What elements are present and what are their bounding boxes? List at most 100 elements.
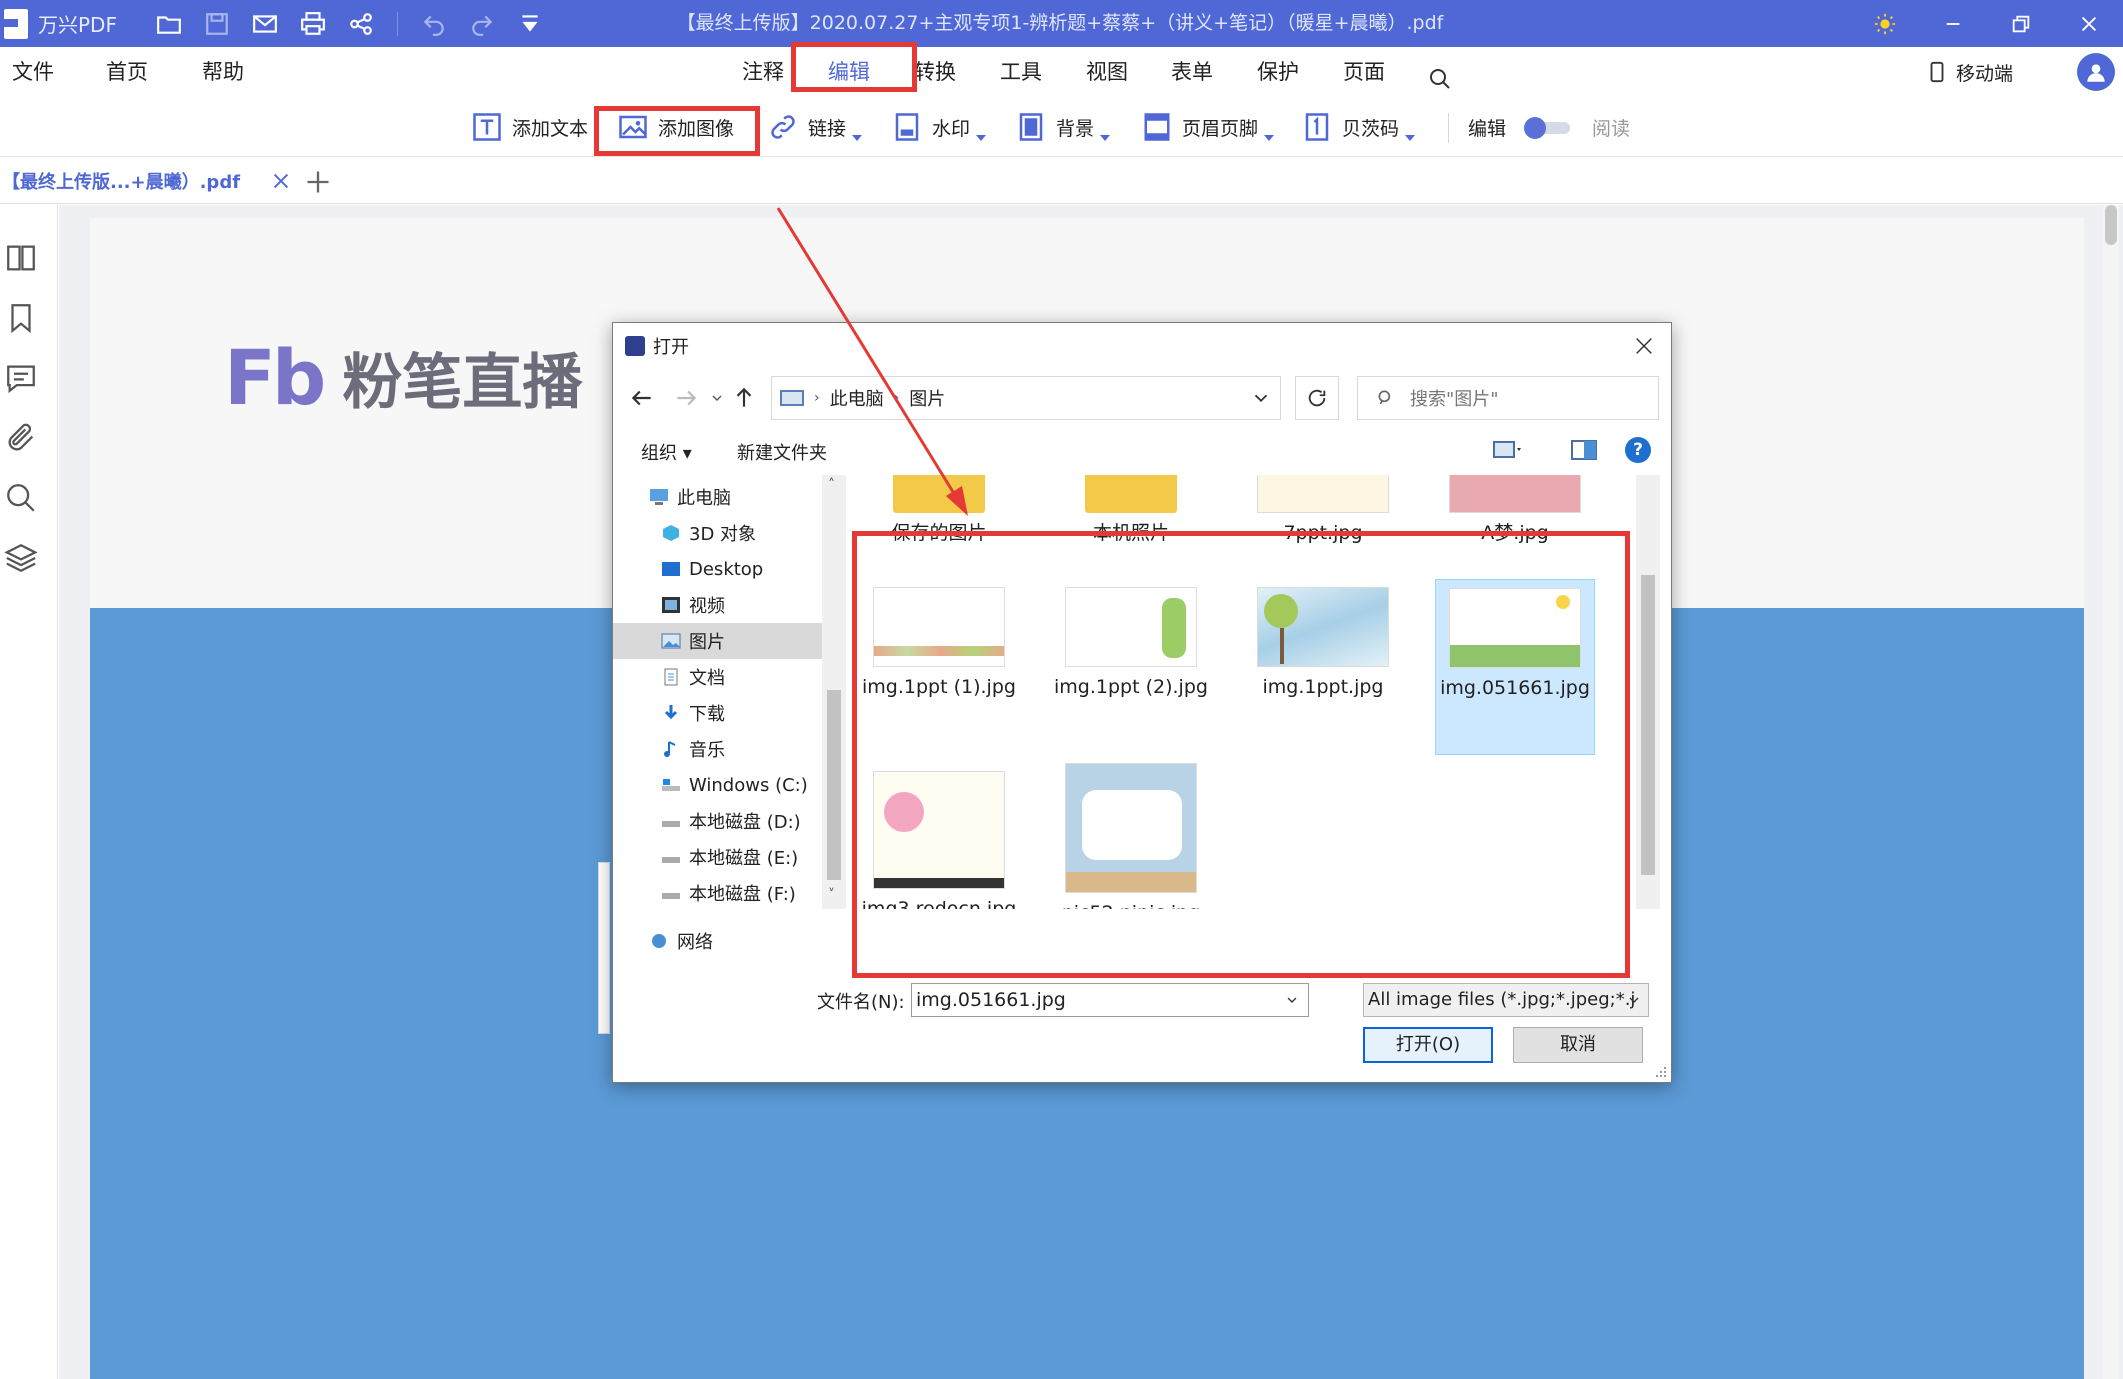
resize-grip-icon[interactable] [1655,1066,1667,1078]
nav-network[interactable]: 网络 [613,923,823,959]
bates-button[interactable]: 贝茨码 [1302,109,1416,145]
restore-icon[interactable] [1987,0,2055,47]
menu-help[interactable]: 帮助 [202,47,244,97]
menu-convert[interactable]: 转换 [914,47,956,97]
background-button[interactable]: 背景 [1016,109,1111,145]
mail-icon[interactable] [241,0,289,47]
new-tab-icon[interactable] [304,168,332,196]
menu-tools[interactable]: 工具 [1000,47,1042,97]
drive-icon [662,893,680,899]
dialog-search-box[interactable]: 搜索"图片" [1357,376,1659,420]
add-text-button[interactable]: 添加文本 [472,109,588,145]
nav-pictures[interactable]: 图片 [613,623,823,659]
menu-home[interactable]: 首页 [106,47,148,97]
menu-file[interactable]: 文件 [12,47,54,97]
redo-icon[interactable] [458,0,506,47]
organize-button[interactable]: 组织 ▾ [641,439,692,465]
nav-drive-f[interactable]: 本地磁盘 (F:) [613,875,823,909]
nav-drive-d[interactable]: 本地磁盘 (D:) [613,803,823,839]
preview-pane-icon[interactable] [1571,439,1599,461]
nav-desktop[interactable]: Desktop [613,551,823,587]
forward-arrow-icon[interactable] [673,385,699,411]
address-dropdown-icon[interactable] [1250,387,1272,409]
thumbnails-icon[interactable] [4,241,38,275]
link-button[interactable]: 链接 [768,109,863,145]
back-arrow-icon[interactable] [629,385,655,411]
share-icon[interactable] [337,0,385,47]
document-icon [664,668,678,686]
document-scrollbar[interactable] [2103,205,2119,1379]
scroll-down-icon[interactable]: ˅ [828,888,840,902]
breadcrumb-pictures[interactable]: 图片 [909,385,945,411]
search-panel-icon[interactable] [4,481,38,515]
nav-3d-objects[interactable]: 3D 对象 [613,515,823,551]
bates-dropdown-icon[interactable] [1405,135,1416,141]
scrollbar-thumb[interactable] [2105,205,2117,245]
add-text-label: 添加文本 [512,117,589,140]
address-bar[interactable]: › 此电脑 › 图片 [771,376,1281,420]
filetype-select[interactable]: All image files (*.jpg;*.jpeg;*.j [1363,983,1649,1017]
nav-drive-c[interactable]: Windows (C:) [613,767,823,803]
nav-music[interactable]: 音乐 [613,731,823,767]
comment-icon[interactable] [4,361,38,395]
help-icon[interactable]: ? [1625,437,1651,463]
dialog-close-icon[interactable] [1633,335,1655,357]
close-window-icon[interactable] [2055,0,2123,47]
filename-row: 文件名(N): img.051661.jpg All image files (… [613,983,1671,1017]
nav-pane-scrollbar[interactable]: ˄ ˅ [822,475,846,909]
nav-videos[interactable]: 视频 [613,587,823,623]
menu-view[interactable]: 视图 [1086,47,1128,97]
nav-this-pc[interactable]: 此电脑 [613,479,823,515]
menu-annotate[interactable]: 注释 [742,47,784,97]
nav-documents[interactable]: 文档 [613,659,823,695]
menu-protect[interactable]: 保护 [1257,47,1299,97]
recent-dropdown-icon[interactable] [709,385,725,411]
filename-dropdown-icon[interactable] [1284,992,1300,1008]
nav-downloads[interactable]: 下载 [613,695,823,731]
attachment-icon[interactable] [4,421,38,455]
phone-icon [1930,61,1944,83]
refresh-button[interactable] [1295,376,1339,420]
mobile-button[interactable]: 移动端 [1926,47,2013,97]
read-mode-text: 阅读 [1592,117,1631,140]
minimize-icon[interactable] [1919,0,1987,47]
header-footer-button[interactable]: 页眉页脚 [1142,109,1275,145]
file-grid-scrollbar[interactable] [1636,475,1660,909]
menu-form[interactable]: 表单 [1171,47,1213,97]
scrollbar-thumb[interactable] [1641,575,1655,875]
cancel-button[interactable]: 取消 [1513,1027,1643,1063]
header-footer-dropdown-icon[interactable] [1264,135,1275,141]
cube-icon [663,525,679,541]
search-icon[interactable] [1428,59,1452,89]
toolbar-separator [397,11,398,36]
layers-icon[interactable] [4,541,38,575]
document-tab[interactable]: 【最终上传版...+晨曦）.pdf [0,158,296,204]
close-tab-icon[interactable] [270,170,292,192]
new-folder-button[interactable]: 新建文件夹 [737,439,827,465]
customize-dropdown-icon[interactable] [506,0,554,47]
undo-icon[interactable] [410,0,458,47]
scroll-up-icon[interactable]: ˄ [828,478,840,492]
open-folder-icon[interactable] [145,0,193,47]
nav-drive-e[interactable]: 本地磁盘 (E:) [613,839,823,875]
bookmark-icon[interactable] [4,301,38,335]
save-icon[interactable] [193,0,241,47]
avatar[interactable] [2077,53,2115,91]
breadcrumb-this-pc[interactable]: 此电脑 [830,385,884,411]
background-dropdown-icon[interactable] [1100,135,1111,141]
background-icon [1019,113,1043,141]
scrollbar-thumb[interactable] [827,690,841,880]
watermark-dropdown-icon[interactable] [976,135,987,141]
link-dropdown-icon[interactable] [852,135,863,141]
edit-read-toggle[interactable] [1524,117,1574,139]
theme-sun-icon[interactable] [1851,0,1919,47]
view-options-icon[interactable] [1493,439,1521,461]
menu-page[interactable]: 页面 [1343,47,1385,97]
filetype-dropdown-icon[interactable] [1626,992,1642,1008]
up-arrow-icon[interactable] [731,385,757,411]
filename-input[interactable]: img.051661.jpg [911,983,1309,1017]
watermark-button[interactable]: 水印 [892,109,987,145]
nav-label: 网络 [677,932,713,953]
print-icon[interactable] [289,0,337,47]
open-button[interactable]: 打开(O) [1363,1027,1493,1063]
